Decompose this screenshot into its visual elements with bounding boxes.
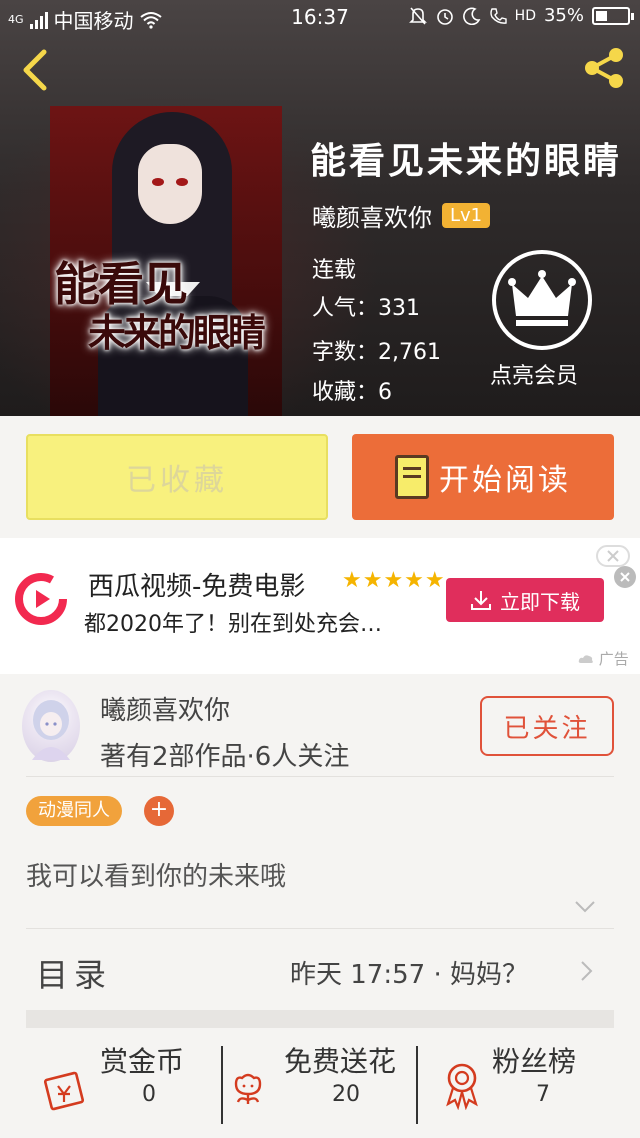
ad-tag: 广告: [578, 648, 629, 669]
level-badge: Lv1: [442, 203, 491, 228]
book-title: 能看见未来的眼睛: [310, 141, 623, 182]
reward-coins-value: 0: [142, 1082, 156, 1107]
chevron-down-icon[interactable]: [574, 900, 596, 914]
free-flowers-value: 20: [332, 1082, 360, 1107]
toc-label: 目录: [36, 956, 113, 994]
divider: [26, 928, 614, 929]
mute-icon: [408, 6, 427, 25]
close-icon: [607, 550, 619, 562]
add-tag-button[interactable]: +: [144, 796, 174, 826]
word-count: 字数：2,761: [312, 340, 441, 365]
close-icon: [620, 572, 630, 582]
download-icon: [471, 591, 491, 610]
vip-button[interactable]: [492, 250, 592, 350]
phone-icon: [489, 7, 507, 24]
ad-title: 西瓜视频-免费电影: [88, 572, 306, 602]
action-bar: 已收藏 开始阅读: [0, 416, 640, 538]
battery-percent: 35%: [543, 5, 584, 26]
hd-indicator: HD: [514, 7, 536, 24]
red-envelope-icon: [44, 1071, 85, 1111]
avatar-illustration-icon: [32, 700, 70, 760]
back-button[interactable]: [16, 48, 56, 92]
popularity-count: 人气：331: [312, 296, 420, 321]
reward-coins-button[interactable]: 赏金币 0: [40, 1045, 220, 1130]
free-flowers-label: 免费送花: [284, 1045, 397, 1078]
reward-coins-label: 赏金币: [100, 1045, 185, 1078]
favorite-count: 收藏：6: [312, 380, 392, 405]
medal-icon: [446, 1063, 478, 1110]
share-button[interactable]: [580, 44, 628, 92]
author-card-name[interactable]: 曦颜喜欢你: [100, 690, 230, 727]
followed-button[interactable]: 已关注: [480, 696, 614, 756]
avatar[interactable]: [22, 690, 80, 762]
author-stats: 著有2部作品·6人关注: [100, 742, 350, 772]
start-reading-label: 开始阅读: [439, 463, 571, 498]
book-detail-screen: 4G 中国移动 16:37 HD 35% 能看见 未来的眼睛 能看见未来的眼睛 …: [0, 0, 640, 1138]
alarm-icon: [436, 8, 453, 25]
divider: [221, 1046, 223, 1124]
rating-stars: ★★★★★: [342, 568, 446, 593]
section-separator: [26, 1010, 614, 1028]
share-icon: [585, 48, 623, 88]
book-header: 4G 中国移动 16:37 HD 35% 能看见 未来的眼睛 能看见未来的眼睛 …: [0, 0, 640, 416]
author-row: 曦颜喜欢你 Lv1: [312, 198, 491, 233]
ad-close-button[interactable]: [596, 545, 630, 567]
chevron-left-icon: [23, 49, 47, 91]
free-flowers-button[interactable]: 免费送花 20: [228, 1045, 416, 1130]
cover-title-line2: 未来的眼睛: [88, 310, 266, 355]
vip-label[interactable]: 点亮会员: [490, 358, 578, 390]
divider: [416, 1046, 418, 1124]
cloud-icon: [578, 655, 593, 663]
flower-icon: [234, 1073, 262, 1104]
ad-dismiss-button[interactable]: [614, 566, 636, 588]
xigua-logo-icon: [15, 573, 67, 625]
favorited-button[interactable]: 已收藏: [26, 434, 328, 520]
serial-status: 连载: [312, 258, 357, 283]
battery-icon: [592, 6, 634, 25]
fan-ranking-label: 粉丝榜: [492, 1045, 577, 1078]
book-cover[interactable]: 能看见 未来的眼睛: [50, 106, 282, 416]
genre-tag[interactable]: 动漫同人: [26, 796, 122, 826]
download-label: 立即下载: [500, 589, 580, 614]
status-bar: 4G 中国移动 16:37 HD 35%: [0, 0, 640, 34]
start-reading-button[interactable]: 开始阅读: [352, 434, 614, 520]
favorited-label: 已收藏: [126, 463, 228, 498]
divider: [26, 776, 614, 777]
fan-ranking-button[interactable]: 粉丝榜 7: [424, 1045, 624, 1130]
author-name[interactable]: 曦颜喜欢你: [312, 198, 432, 233]
moon-icon: [462, 7, 481, 25]
ad-description: 都2020年了！别在到处充会…: [84, 612, 382, 637]
chevron-right-icon: [581, 961, 593, 981]
last-chapter-update: 昨天 17:57 · 妈妈？: [290, 960, 528, 990]
author-card: 曦颜喜欢你 著有2部作品·6人关注 已关注 动漫同人 + 我可以看到你的未来哦 …: [0, 674, 640, 1138]
crown-icon: [508, 270, 576, 326]
followed-label: 已关注: [503, 713, 591, 744]
book-description: 我可以看到你的未来哦: [26, 862, 287, 892]
fan-ranking-value: 7: [536, 1082, 550, 1107]
download-button[interactable]: 立即下载: [446, 578, 604, 622]
ad-banner[interactable]: 西瓜视频-免费电影 ★★★★★ 都2020年了！别在到处充会… 立即下载 广告: [0, 538, 640, 674]
book-icon: [395, 455, 429, 499]
